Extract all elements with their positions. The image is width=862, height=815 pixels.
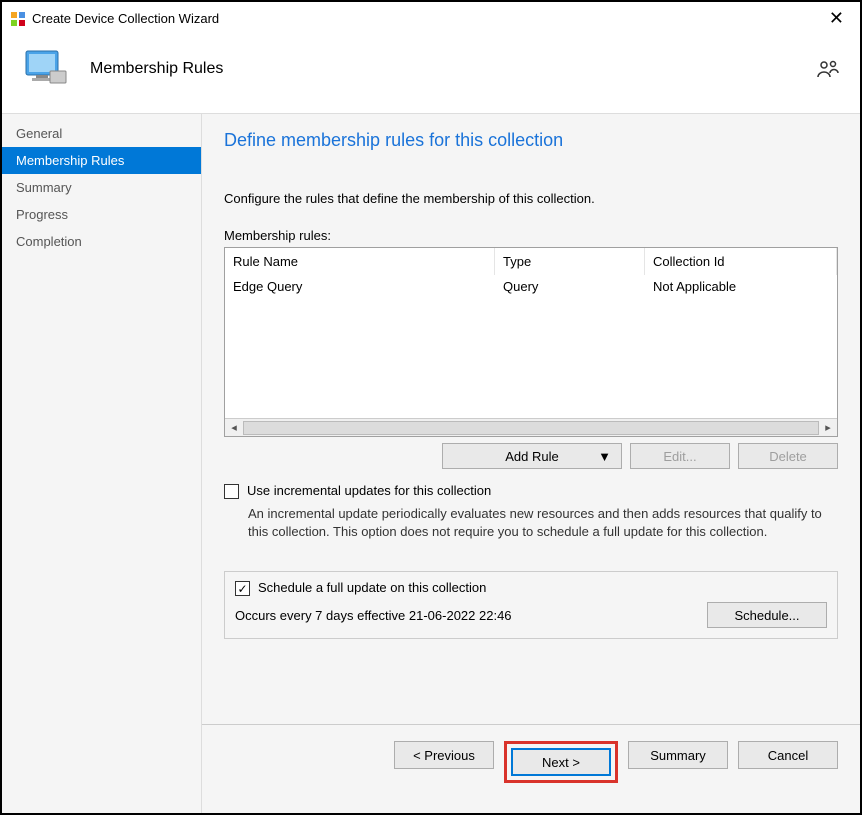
previous-button[interactable]: < Previous — [394, 741, 494, 769]
sidebar-item-general[interactable]: General — [2, 120, 201, 147]
wizard-window: Create Device Collection Wizard ✕ Member… — [0, 0, 862, 815]
sidebar-item-membership-rules[interactable]: Membership Rules — [2, 147, 201, 174]
next-button-highlight: Next > — [504, 741, 618, 783]
schedule-full-update-label: Schedule a full update on this collectio… — [258, 580, 486, 595]
sidebar-item-summary[interactable]: Summary — [2, 174, 201, 201]
incremental-updates-description: An incremental update periodically evalu… — [248, 505, 838, 541]
scroll-left-icon[interactable]: ◂ — [225, 421, 243, 434]
scroll-right-icon[interactable]: ▸ — [819, 421, 837, 434]
sidebar-item-completion[interactable]: Completion — [2, 228, 201, 255]
table-row[interactable]: Edge Query Query Not Applicable — [225, 275, 837, 298]
main-panel: Define membership rules for this collect… — [202, 114, 860, 813]
chevron-down-icon: ▼ — [598, 449, 611, 464]
sidebar-item-progress[interactable]: Progress — [2, 201, 201, 228]
app-icon — [10, 11, 26, 27]
scroll-track[interactable] — [243, 421, 819, 435]
page-heading: Define membership rules for this collect… — [224, 130, 838, 151]
banner-title: Membership Rules — [90, 60, 223, 78]
schedule-summary-text: Occurs every 7 days effective 21-06-2022… — [235, 608, 697, 623]
col-type[interactable]: Type — [495, 248, 645, 275]
cancel-button[interactable]: Cancel — [738, 741, 838, 769]
incremental-updates-checkbox[interactable] — [224, 484, 239, 499]
col-collection-id[interactable]: Collection Id — [645, 248, 837, 275]
rules-label: Membership rules: — [224, 228, 838, 243]
col-rule-name[interactable]: Rule Name — [225, 248, 495, 275]
banner: Membership Rules — [2, 35, 860, 113]
add-rule-dropdown[interactable]: Add Rule ▼ — [442, 443, 622, 469]
edit-button: Edit... — [630, 443, 730, 469]
people-icon — [816, 57, 840, 81]
window-title: Create Device Collection Wizard — [32, 11, 821, 26]
instruction-text: Configure the rules that define the memb… — [224, 191, 838, 206]
titlebar: Create Device Collection Wizard ✕ — [2, 2, 860, 35]
monitor-icon — [22, 45, 70, 93]
delete-button: Delete — [738, 443, 838, 469]
wizard-footer: < Previous Next > Summary Cancel — [202, 724, 860, 813]
membership-rules-table[interactable]: Rule Name Type Collection Id Edge Query … — [224, 247, 838, 437]
horizontal-scrollbar[interactable]: ◂ ▸ — [225, 418, 837, 436]
cell-rule-name: Edge Query — [225, 275, 495, 298]
wizard-sidebar: General Membership Rules Summary Progres… — [2, 114, 202, 813]
incremental-updates-label: Use incremental updates for this collect… — [247, 483, 491, 498]
schedule-full-update-checkbox[interactable] — [235, 581, 250, 596]
cell-type: Query — [495, 275, 645, 298]
add-rule-label: Add Rule — [505, 449, 558, 464]
close-icon[interactable]: ✕ — [821, 8, 852, 29]
schedule-group: Schedule a full update on this collectio… — [224, 571, 838, 639]
summary-button[interactable]: Summary — [628, 741, 728, 769]
schedule-button[interactable]: Schedule... — [707, 602, 827, 628]
next-button[interactable]: Next > — [511, 748, 611, 776]
cell-collection-id: Not Applicable — [645, 275, 837, 298]
table-header: Rule Name Type Collection Id — [225, 248, 837, 275]
